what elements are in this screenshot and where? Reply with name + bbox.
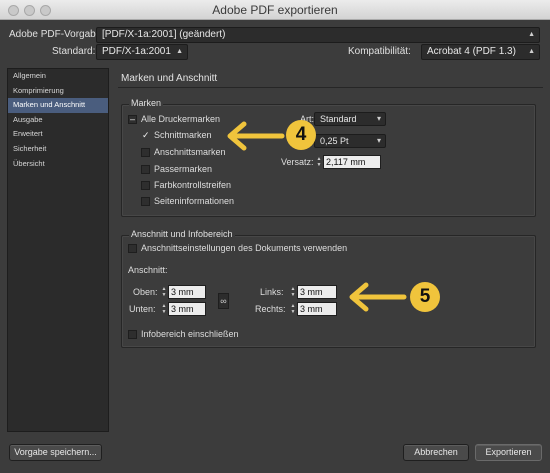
annotation-badge-4: 4 [286, 120, 316, 150]
chevron-down-icon: ▾ [376, 114, 381, 123]
right-label: Rechts: [255, 304, 286, 314]
window-title: Adobe PDF exportieren [212, 3, 338, 17]
left-input[interactable]: 3 mm [297, 285, 337, 299]
compatibility-dropdown[interactable]: Acrobat 4 (PDF 1.3) ▲▼ [421, 44, 540, 60]
standard-label: Standard: [52, 46, 96, 57]
marks-group-title: Marken [129, 98, 164, 108]
sidebar-item-uebersicht[interactable]: Übersicht [8, 157, 108, 172]
sidebar-item-erweitert[interactable]: Erweitert [8, 127, 108, 142]
divider [118, 87, 543, 88]
sidebar: Allgemein Komprimierung Marken und Ansch… [7, 68, 109, 432]
left-label: Links: [260, 287, 284, 297]
chevron-down-icon: ▾ [376, 136, 381, 145]
sidebar-item-sicherheit[interactable]: Sicherheit [8, 142, 108, 157]
sidebar-item-ausgabe[interactable]: Ausgabe [8, 113, 108, 128]
title-bar: Adobe PDF exportieren [0, 0, 550, 20]
bleed-marks-checkbox[interactable]: Anschnittsmarken [141, 147, 226, 157]
mixed-state-icon: – [128, 113, 137, 124]
bottom-label: Unten: [129, 304, 156, 314]
weight-dropdown[interactable]: 0,25 Pt ▾ [314, 134, 386, 148]
right-input[interactable]: 3 mm [297, 302, 337, 316]
right-stepper[interactable]: ▲ ▼ 3 mm [289, 302, 337, 316]
chevron-down-icon: ▲▼ [528, 31, 535, 38]
sidebar-item-marken-und-anschnitt[interactable]: Marken und Anschnitt [8, 98, 108, 113]
top-label: Oben: [133, 287, 158, 297]
offset-input[interactable]: 2,117 mm [323, 155, 381, 169]
all-marks-checkbox[interactable]: – Alle Druckermarken [128, 114, 220, 124]
top-input[interactable]: 3 mm [168, 285, 206, 299]
page-info-checkbox[interactable]: Seiteninformationen [141, 196, 234, 206]
bleed-group-title: Anschnitt und Infobereich [129, 229, 235, 239]
checkmark-icon: ✓ [142, 129, 150, 140]
top-stepper[interactable]: ▲ ▼ 3 mm [160, 285, 206, 299]
stepper-arrows-icon[interactable]: ▲ ▼ [289, 303, 297, 316]
use-doc-bleed-checkbox[interactable]: Anschnittseinstellungen des Dokuments ve… [128, 243, 347, 253]
export-button[interactable]: Exportieren [475, 444, 542, 461]
zoom-window-button[interactable] [40, 5, 51, 16]
type-dropdown[interactable]: Standard ▾ [314, 112, 386, 126]
offset-label: Versatz: [281, 157, 314, 167]
stepper-arrows-icon[interactable]: ▲ ▼ [160, 303, 168, 316]
bottom-input[interactable]: 3 mm [168, 302, 206, 316]
cancel-button[interactable]: Abbrechen [403, 444, 469, 461]
registration-marks-checkbox[interactable]: Passermarken [141, 164, 212, 174]
standard-dropdown[interactable]: PDF/X-1a:2001 ▲▼ [96, 44, 188, 60]
bleed-label: Anschnitt: [128, 265, 168, 275]
crop-marks-checkbox[interactable]: ✓ Schnittmarken [141, 130, 212, 140]
preset-label: Adobe PDF-Vorgabe: [9, 29, 105, 40]
compatibility-label: Kompatibilität: [348, 46, 411, 57]
left-arrow-icon [227, 121, 285, 151]
page-title: Marken und Anschnitt [121, 73, 218, 84]
bottom-stepper[interactable]: ▲ ▼ 3 mm [160, 302, 206, 316]
stepper-arrows-icon[interactable]: ▲ ▼ [289, 286, 297, 299]
minimize-window-button[interactable] [24, 5, 35, 16]
close-window-button[interactable] [8, 5, 19, 16]
stepper-arrows-icon[interactable]: ▲ ▼ [160, 286, 168, 299]
chevron-down-icon: ▲▼ [528, 48, 535, 55]
stepper-arrows-icon[interactable]: ▲ ▼ [315, 156, 323, 169]
offset-stepper[interactable]: ▲ ▼ 2,117 mm [315, 155, 381, 169]
sidebar-item-allgemein[interactable]: Allgemein [8, 69, 108, 84]
left-stepper[interactable]: ▲ ▼ 3 mm [289, 285, 337, 299]
preset-dropdown[interactable]: [PDF/X-1a:2001] (geändert) ▲▼ [96, 27, 540, 43]
save-preset-button[interactable]: Vorgabe speichern... [9, 444, 102, 461]
left-arrow-icon [349, 282, 407, 312]
include-slug-checkbox[interactable]: Infobereich einschließen [128, 329, 239, 339]
sidebar-item-komprimierung[interactable]: Komprimierung [8, 84, 108, 99]
chevron-down-icon: ▲▼ [176, 48, 183, 55]
chain-link-icon[interactable]: ∞ [218, 293, 229, 309]
annotation-badge-5: 5 [410, 282, 440, 312]
color-bars-checkbox[interactable]: Farbkontrollstreifen [141, 180, 231, 190]
